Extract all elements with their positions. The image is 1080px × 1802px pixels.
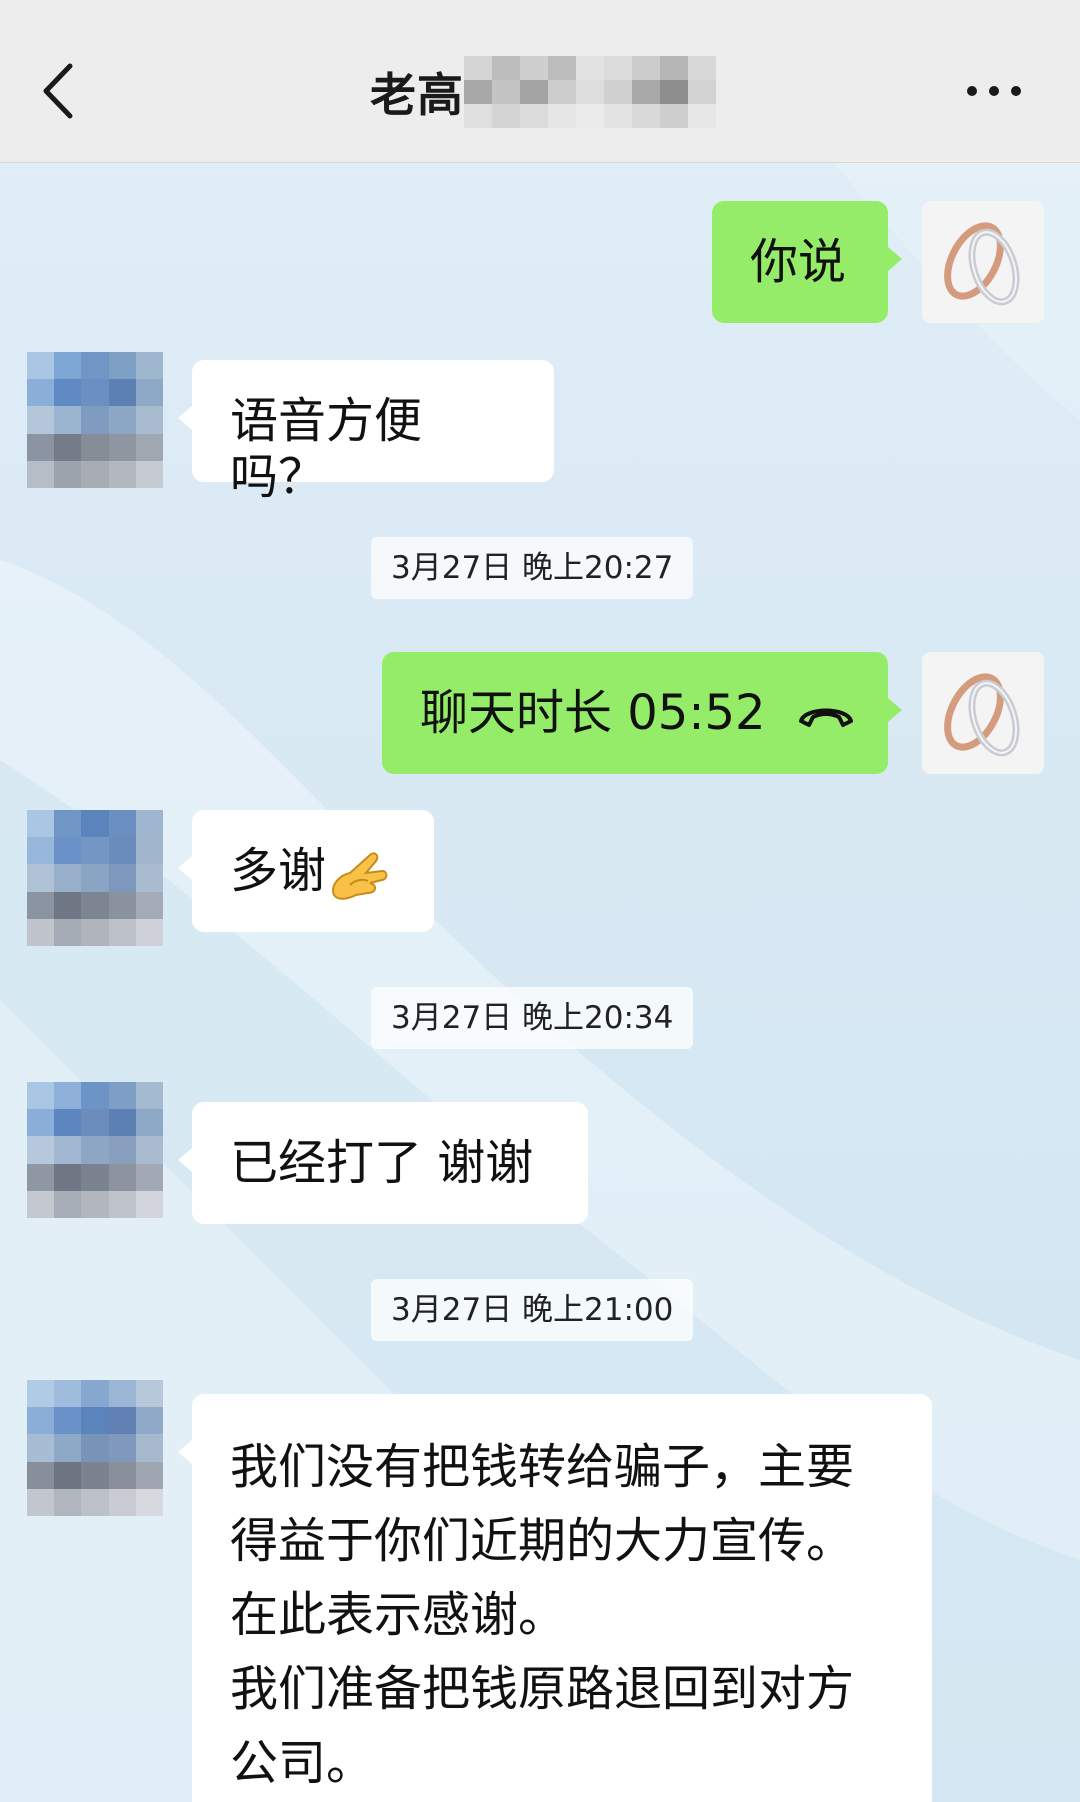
- phone-hangup-icon: [798, 708, 853, 727]
- message-text-line: 我们没有把钱转给骗子，主要: [230, 1439, 855, 1495]
- chevron-left-icon[interactable]: [36, 56, 84, 126]
- self-avatar[interactable]: [922, 652, 1044, 774]
- message-text-line: 在此表示感谢。: [230, 1587, 567, 1643]
- timestamp: 3月27日 晚上20:27: [371, 537, 694, 599]
- more-dots-icon[interactable]: [964, 76, 1024, 106]
- message-bubble-outgoing[interactable]: 你说: [712, 201, 902, 323]
- call-record-bubble[interactable]: 聊天时长 05:52: [382, 652, 902, 774]
- message-text-line: 公司。: [230, 1735, 375, 1791]
- redacted-name-mosaic: [464, 56, 716, 128]
- message-text-line: 我们准备把钱原路退回到对方: [230, 1661, 855, 1717]
- wedding-rings-icon: [944, 222, 1020, 306]
- message-text: 已经打了 谢谢: [230, 1135, 534, 1191]
- contact-avatar[interactable]: [27, 352, 163, 488]
- message-bubble-incoming[interactable]: 已经打了 谢谢: [178, 1102, 588, 1224]
- timestamp: 3月27日 晚上20:34: [371, 987, 694, 1049]
- timestamp: 3月27日 晚上21:00: [371, 1279, 694, 1341]
- message-bubble-incoming[interactable]: 语音方便吗？: [178, 360, 554, 505]
- message-text: 你说: [750, 234, 847, 290]
- chat-title-area: 老高: [370, 52, 716, 132]
- call-duration-text: 聊天时长 05:52: [420, 685, 766, 741]
- message-bubble-incoming[interactable]: 我们没有把钱转给骗子，主要 得益于你们近期的大力宣传。 在此表示感谢。 我们准备…: [178, 1394, 932, 1802]
- message-text-line: 得益于你们近期的大力宣传。: [230, 1513, 855, 1569]
- contact-avatar[interactable]: [27, 1082, 163, 1218]
- chat-title: 老高: [370, 68, 464, 122]
- message-text: 多谢: [230, 843, 327, 899]
- message-bubble-incoming[interactable]: 多谢: [178, 810, 434, 932]
- wedding-rings-icon: [944, 673, 1020, 757]
- self-avatar[interactable]: [922, 201, 1044, 323]
- contact-avatar[interactable]: [27, 1380, 163, 1516]
- contact-avatar[interactable]: [27, 810, 163, 946]
- pinched-fingers-emoji-icon: [332, 852, 388, 900]
- chat-header: 老高: [0, 0, 1080, 163]
